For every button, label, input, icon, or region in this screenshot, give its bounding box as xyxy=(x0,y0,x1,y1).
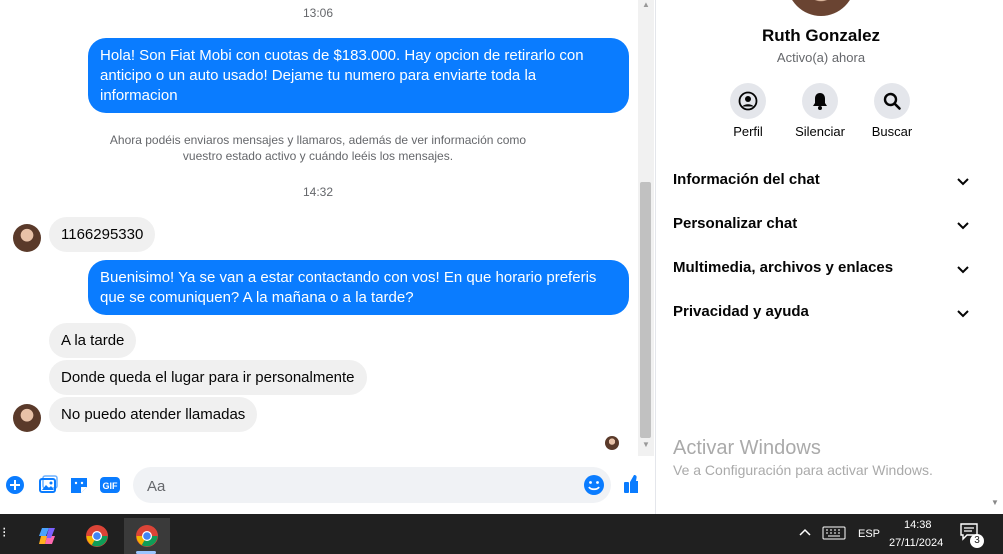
section-privacy-help[interactable]: Privacidad y ayuda xyxy=(673,303,971,325)
mute-label: Silenciar xyxy=(795,124,845,139)
incoming-message[interactable]: No puedo atender llamadas xyxy=(49,397,258,432)
chat-area: 13:06 Hola! Son Fiat Mobi con cuotas de … xyxy=(0,0,638,514)
section-label: Privacidad y ayuda xyxy=(673,303,809,320)
chevron-down-icon xyxy=(955,305,971,321)
contact-name: Ruth Gonzalez xyxy=(761,26,881,45)
chrome-icon xyxy=(136,525,158,547)
search-button[interactable]: Buscar xyxy=(852,83,932,139)
profile-picture[interactable] xyxy=(787,0,855,16)
incoming-message[interactable]: A la tarde xyxy=(49,323,137,358)
incoming-message[interactable]: Donde queda el lugar para ir personalmen… xyxy=(49,360,367,395)
scroll-down-arrow[interactable]: ▼ xyxy=(642,440,650,449)
privacy-notice: Ahora podéis enviaros mensajes y llamaro… xyxy=(109,133,527,163)
gif-icon[interactable]: GIF xyxy=(99,474,121,496)
chrome-app-active[interactable] xyxy=(124,518,170,554)
profile-label: Perfil xyxy=(733,124,763,139)
message-input[interactable] xyxy=(145,467,569,505)
taskbar: ⁝ ESP 14:38 27/11/2024 3 xyxy=(0,514,1003,554)
clock-time[interactable]: 14:38 xyxy=(904,519,932,531)
windows-activation-title: Activar Windows xyxy=(673,437,821,459)
chat-scrollbar[interactable]: ▲ ▼ xyxy=(638,0,654,456)
contact-avatar[interactable] xyxy=(13,404,41,432)
scroll-up-arrow[interactable]: ▲ xyxy=(642,0,650,9)
sticker-icon[interactable] xyxy=(68,474,90,496)
message-input-wrapper xyxy=(133,467,611,505)
photo-icon[interactable] xyxy=(37,474,59,496)
notification-badge: 3 xyxy=(970,534,984,548)
bell-icon xyxy=(802,83,838,119)
copilot-icon xyxy=(39,528,55,544)
keyboard-icon[interactable] xyxy=(822,526,846,545)
windows-activation-subtitle: Ve a Configuración para activar Windows. xyxy=(673,462,933,478)
search-icon xyxy=(874,83,910,119)
section-label: Información del chat xyxy=(673,171,820,188)
incoming-message[interactable]: 1166295330 xyxy=(49,217,156,252)
chat-info-panel: Ruth Gonzalez Activo(a) ahora Perfil Sil… xyxy=(656,0,986,514)
timestamp: 14:32 xyxy=(302,185,334,199)
emoji-icon[interactable] xyxy=(583,474,605,496)
start-edge-icon[interactable]: ⁝ xyxy=(2,524,6,541)
chrome-icon xyxy=(86,525,108,547)
page-scrollbar[interactable]: ▼ xyxy=(986,0,1003,514)
plus-icon[interactable] xyxy=(4,474,26,496)
outgoing-message[interactable]: Buenisimo! Ya se van a estar contactando… xyxy=(88,260,629,315)
timestamp: 13:06 xyxy=(302,6,334,20)
scroll-down-arrow[interactable]: ▼ xyxy=(991,498,999,507)
chevron-down-icon xyxy=(955,173,971,189)
contact-status: Activo(a) ahora xyxy=(776,50,866,65)
chevron-up-icon[interactable] xyxy=(798,526,812,545)
like-icon[interactable] xyxy=(621,472,638,496)
clock-date[interactable]: 27/11/2024 xyxy=(889,537,943,549)
outgoing-message[interactable]: Hola! Son Fiat Mobi con cuotas de $183.0… xyxy=(88,38,629,113)
section-chat-info[interactable]: Información del chat xyxy=(673,171,971,193)
section-customize-chat[interactable]: Personalizar chat xyxy=(673,215,971,237)
seen-indicator-avatar xyxy=(605,436,619,450)
section-media-files[interactable]: Multimedia, archivos y enlaces xyxy=(673,259,971,281)
section-label: Multimedia, archivos y enlaces xyxy=(673,259,894,276)
profile-button[interactable]: Perfil xyxy=(708,83,788,139)
section-label: Personalizar chat xyxy=(673,215,798,232)
scroll-thumb[interactable] xyxy=(640,182,651,438)
profile-icon xyxy=(730,83,766,119)
chevron-down-icon xyxy=(955,217,971,233)
language-indicator[interactable]: ESP xyxy=(858,528,880,540)
mute-button[interactable]: Silenciar xyxy=(780,83,860,139)
copilot-app[interactable] xyxy=(26,518,70,554)
contact-avatar[interactable] xyxy=(13,224,41,252)
chevron-down-icon xyxy=(955,261,971,277)
search-label: Buscar xyxy=(871,124,913,139)
chrome-app[interactable] xyxy=(75,518,119,554)
svg-text:GIF: GIF xyxy=(103,481,119,491)
